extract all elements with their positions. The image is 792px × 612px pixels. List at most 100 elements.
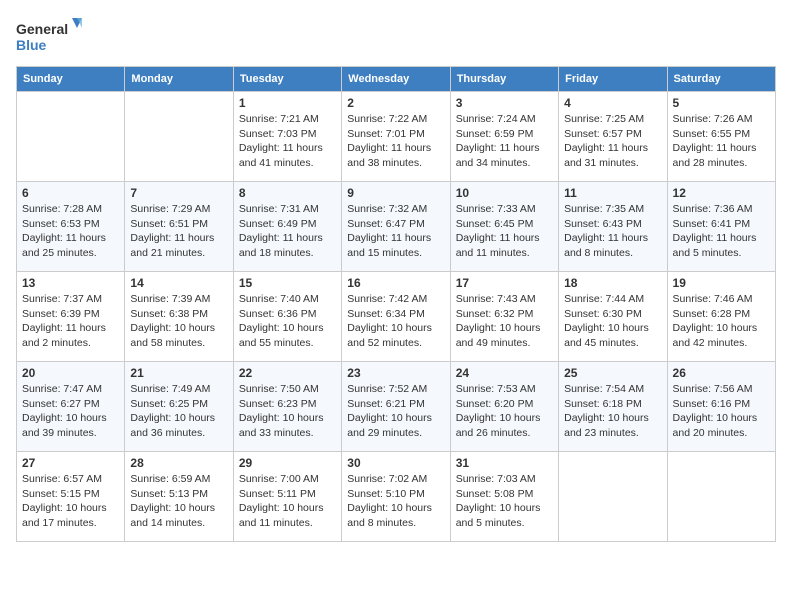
day-number: 27 <box>22 456 119 470</box>
day-info: Sunrise: 7:44 AM Sunset: 6:30 PM Dayligh… <box>564 292 661 351</box>
calendar-cell: 16 Sunrise: 7:42 AM Sunset: 6:34 PM Dayli… <box>342 272 450 362</box>
weekday-header: Friday <box>559 67 667 92</box>
calendar-cell: 7 Sunrise: 7:29 AM Sunset: 6:51 PM Daylig… <box>125 182 233 272</box>
day-info: Sunrise: 7:21 AM Sunset: 7:03 PM Dayligh… <box>239 112 336 171</box>
calendar-cell: 12Sunrise: 7:36 AM Sunset: 6:41 PM Dayli… <box>667 182 775 272</box>
day-number: 18 <box>564 276 661 290</box>
day-info: Sunrise: 7:22 AM Sunset: 7:01 PM Dayligh… <box>347 112 444 171</box>
calendar-cell: 20 Sunrise: 7:47 AM Sunset: 6:27 PM Dayli… <box>17 362 125 452</box>
calendar-cell <box>125 92 233 182</box>
logo: General Blue <box>16 16 86 60</box>
day-number: 23 <box>347 366 444 380</box>
calendar-cell: 25 Sunrise: 7:54 AM Sunset: 6:18 PM Dayli… <box>559 362 667 452</box>
day-info: Sunrise: 7:02 AM Sunset: 5:10 PM Dayligh… <box>347 472 444 531</box>
svg-text:Blue: Blue <box>16 37 47 53</box>
day-number: 21 <box>130 366 227 380</box>
day-info: Sunrise: 7:42 AM Sunset: 6:34 PM Dayligh… <box>347 292 444 351</box>
day-info: Sunrise: 7:37 AM Sunset: 6:39 PM Dayligh… <box>22 292 119 351</box>
day-info: Sunrise: 6:59 AM Sunset: 5:13 PM Dayligh… <box>130 472 227 531</box>
calendar-cell: 13 Sunrise: 7:37 AM Sunset: 6:39 PM Dayli… <box>17 272 125 362</box>
day-number: 13 <box>22 276 119 290</box>
day-number: 30 <box>347 456 444 470</box>
day-info: Sunrise: 7:47 AM Sunset: 6:27 PM Dayligh… <box>22 382 119 441</box>
calendar-cell: 31 Sunrise: 7:03 AM Sunset: 5:08 PM Dayli… <box>450 452 558 542</box>
svg-text:General: General <box>16 21 68 37</box>
day-info: Sunrise: 7:39 AM Sunset: 6:38 PM Dayligh… <box>130 292 227 351</box>
weekday-header: Monday <box>125 67 233 92</box>
calendar-cell: 15 Sunrise: 7:40 AM Sunset: 6:36 PM Dayli… <box>233 272 341 362</box>
day-number: 17 <box>456 276 553 290</box>
day-info: Sunrise: 7:31 AM Sunset: 6:49 PM Dayligh… <box>239 202 336 261</box>
weekday-header: Wednesday <box>342 67 450 92</box>
day-number: 22 <box>239 366 336 380</box>
day-info: Sunrise: 7:29 AM Sunset: 6:51 PM Dayligh… <box>130 202 227 261</box>
calendar-cell: 14 Sunrise: 7:39 AM Sunset: 6:38 PM Dayli… <box>125 272 233 362</box>
day-info: Sunrise: 7:54 AM Sunset: 6:18 PM Dayligh… <box>564 382 661 441</box>
day-info: Sunrise: 7:56 AM Sunset: 6:16 PM Dayligh… <box>673 382 770 441</box>
day-number: 4 <box>564 96 661 110</box>
day-info: Sunrise: 7:40 AM Sunset: 6:36 PM Dayligh… <box>239 292 336 351</box>
day-number: 10 <box>456 186 553 200</box>
calendar-cell: 17 Sunrise: 7:43 AM Sunset: 6:32 PM Dayli… <box>450 272 558 362</box>
calendar-week-row: 6Sunrise: 7:28 AM Sunset: 6:53 PM Daylig… <box>17 182 776 272</box>
day-number: 29 <box>239 456 336 470</box>
calendar-cell: 24Sunrise: 7:53 AM Sunset: 6:20 PM Dayli… <box>450 362 558 452</box>
calendar-cell: 29 Sunrise: 7:00 AM Sunset: 5:11 PM Dayli… <box>233 452 341 542</box>
calendar-cell <box>17 92 125 182</box>
weekday-header: Saturday <box>667 67 775 92</box>
day-number: 25 <box>564 366 661 380</box>
calendar-cell: 23 Sunrise: 7:52 AM Sunset: 6:21 PM Dayli… <box>342 362 450 452</box>
calendar-cell: 2 Sunrise: 7:22 AM Sunset: 7:01 PM Daylig… <box>342 92 450 182</box>
day-info: Sunrise: 7:50 AM Sunset: 6:23 PM Dayligh… <box>239 382 336 441</box>
calendar-table: SundayMondayTuesdayWednesdayThursdayFrid… <box>16 66 776 542</box>
calendar-cell: 8 Sunrise: 7:31 AM Sunset: 6:49 PM Daylig… <box>233 182 341 272</box>
day-number: 24 <box>456 366 553 380</box>
calendar-week-row: 13 Sunrise: 7:37 AM Sunset: 6:39 PM Dayli… <box>17 272 776 362</box>
day-number: 16 <box>347 276 444 290</box>
day-number: 5 <box>673 96 770 110</box>
weekday-header: Sunday <box>17 67 125 92</box>
calendar-cell: 6Sunrise: 7:28 AM Sunset: 6:53 PM Daylig… <box>17 182 125 272</box>
day-info: Sunrise: 7:35 AM Sunset: 6:43 PM Dayligh… <box>564 202 661 261</box>
day-number: 20 <box>22 366 119 380</box>
day-info: Sunrise: 7:03 AM Sunset: 5:08 PM Dayligh… <box>456 472 553 531</box>
day-info: Sunrise: 7:43 AM Sunset: 6:32 PM Dayligh… <box>456 292 553 351</box>
day-info: Sunrise: 7:32 AM Sunset: 6:47 PM Dayligh… <box>347 202 444 261</box>
day-number: 19 <box>673 276 770 290</box>
calendar-cell: 21 Sunrise: 7:49 AM Sunset: 6:25 PM Dayli… <box>125 362 233 452</box>
day-number: 15 <box>239 276 336 290</box>
day-info: Sunrise: 7:49 AM Sunset: 6:25 PM Dayligh… <box>130 382 227 441</box>
day-info: Sunrise: 7:36 AM Sunset: 6:41 PM Dayligh… <box>673 202 770 261</box>
day-number: 3 <box>456 96 553 110</box>
day-number: 7 <box>130 186 227 200</box>
calendar-cell: 22 Sunrise: 7:50 AM Sunset: 6:23 PM Dayli… <box>233 362 341 452</box>
calendar-cell: 30 Sunrise: 7:02 AM Sunset: 5:10 PM Dayli… <box>342 452 450 542</box>
calendar-week-row: 27Sunrise: 6:57 AM Sunset: 5:15 PM Dayli… <box>17 452 776 542</box>
day-info: Sunrise: 7:46 AM Sunset: 6:28 PM Dayligh… <box>673 292 770 351</box>
calendar-cell: 1Sunrise: 7:21 AM Sunset: 7:03 PM Daylig… <box>233 92 341 182</box>
calendar-cell <box>559 452 667 542</box>
day-number: 2 <box>347 96 444 110</box>
calendar-cell: 11Sunrise: 7:35 AM Sunset: 6:43 PM Dayli… <box>559 182 667 272</box>
weekday-header: Thursday <box>450 67 558 92</box>
weekday-header: Tuesday <box>233 67 341 92</box>
calendar-cell: 10 Sunrise: 7:33 AM Sunset: 6:45 PM Dayli… <box>450 182 558 272</box>
calendar-week-row: 1Sunrise: 7:21 AM Sunset: 7:03 PM Daylig… <box>17 92 776 182</box>
day-number: 31 <box>456 456 553 470</box>
day-info: Sunrise: 7:24 AM Sunset: 6:59 PM Dayligh… <box>456 112 553 171</box>
day-info: Sunrise: 7:26 AM Sunset: 6:55 PM Dayligh… <box>673 112 770 171</box>
calendar-cell: 4 Sunrise: 7:25 AM Sunset: 6:57 PM Daylig… <box>559 92 667 182</box>
day-number: 8 <box>239 186 336 200</box>
day-info: Sunrise: 7:52 AM Sunset: 6:21 PM Dayligh… <box>347 382 444 441</box>
day-info: Sunrise: 7:00 AM Sunset: 5:11 PM Dayligh… <box>239 472 336 531</box>
calendar-cell: 18 Sunrise: 7:44 AM Sunset: 6:30 PM Dayli… <box>559 272 667 362</box>
calendar-cell: 5 Sunrise: 7:26 AM Sunset: 6:55 PM Daylig… <box>667 92 775 182</box>
day-number: 14 <box>130 276 227 290</box>
calendar-week-row: 20 Sunrise: 7:47 AM Sunset: 6:27 PM Dayli… <box>17 362 776 452</box>
day-info: Sunrise: 7:25 AM Sunset: 6:57 PM Dayligh… <box>564 112 661 171</box>
calendar-cell: 3 Sunrise: 7:24 AM Sunset: 6:59 PM Daylig… <box>450 92 558 182</box>
day-info: Sunrise: 7:33 AM Sunset: 6:45 PM Dayligh… <box>456 202 553 261</box>
day-number: 9 <box>347 186 444 200</box>
calendar-cell <box>667 452 775 542</box>
day-number: 6 <box>22 186 119 200</box>
